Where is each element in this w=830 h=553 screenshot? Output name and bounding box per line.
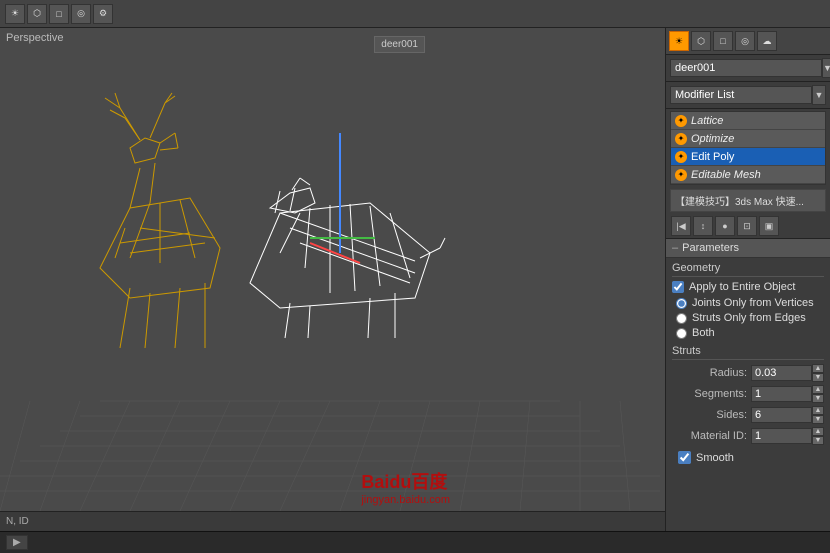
panel-toolbar-btn-1[interactable]: |◀ <box>671 216 691 236</box>
apply-to-entire-object-label: Apply to Entire Object <box>689 281 795 293</box>
struts-sides-down[interactable]: ▼ <box>812 415 824 424</box>
radio-both[interactable] <box>676 328 687 339</box>
modifier-optimize[interactable]: ✦ Optimize <box>671 130 825 148</box>
struts-materialid-input[interactable] <box>751 428 812 444</box>
panel-icon-sun[interactable]: ☀ <box>669 31 689 51</box>
struts-materialid-down[interactable]: ▼ <box>812 436 824 445</box>
struts-title: Struts <box>672 345 824 360</box>
smooth-label: Smooth <box>696 452 734 464</box>
radio-struts-only-row: Struts Only from Edges <box>676 312 824 324</box>
panel-icon-bar: ☀ ⬡ □ ◎ ☁ <box>666 28 830 55</box>
struts-radius-spinner: ▲ ▼ <box>812 364 824 382</box>
radio-both-label: Both <box>692 327 715 339</box>
struts-segments-spinner: ▲ ▼ <box>812 385 824 403</box>
radio-joints-only[interactable] <box>676 298 687 309</box>
struts-segments-input[interactable] <box>751 386 812 402</box>
status-bar: ▶ <box>0 531 830 553</box>
modifier-list-arrow[interactable]: ▼ <box>812 85 826 105</box>
section-header-label: Parameters <box>682 242 739 254</box>
smooth-row: Smooth <box>672 448 824 467</box>
right-panel: ☀ ⬡ □ ◎ ☁ ▼ Modifier List ▼ ✦ Lattice ✦ … <box>665 28 830 531</box>
watermark: Baidu百度 jingyan.baidu.com <box>361 468 450 506</box>
struts-materialid-up[interactable]: ▲ <box>812 427 824 436</box>
toolbar-icon-5[interactable]: ⚙ <box>93 4 113 24</box>
toolbar-icon-3[interactable]: □ <box>49 4 69 24</box>
section-collapse-icon: – <box>672 242 678 254</box>
panel-icon-rect[interactable]: □ <box>713 31 733 51</box>
panel-toolbar-btn-5[interactable]: ▣ <box>759 216 779 236</box>
viewport-status-text: N, ID <box>6 516 29 527</box>
struts-sides-row: Sides: ▲ ▼ <box>672 406 824 424</box>
modifier-lattice[interactable]: ✦ Lattice <box>671 112 825 130</box>
struts-segments-up[interactable]: ▲ <box>812 385 824 394</box>
struts-materialid-row: Material ID: ▲ ▼ <box>672 427 824 445</box>
struts-sides-spinner: ▲ ▼ <box>812 406 824 424</box>
struts-radius-label: Radius: <box>672 367 747 379</box>
main-area: Perspective deer001 <box>0 28 830 531</box>
top-toolbar: ☀ ⬡ □ ◎ ⚙ <box>0 0 830 28</box>
struts-segments-label: Segments: <box>672 388 747 400</box>
panel-banner: 【建模技巧】3ds Max 快速... <box>670 189 826 212</box>
struts-segments-row: Segments: ▲ ▼ <box>672 385 824 403</box>
struts-radius-row: Radius: ▲ ▼ <box>672 364 824 382</box>
panel-toolbar-btn-3[interactable]: ● <box>715 216 735 236</box>
radio-joints-only-row: Joints Only from Vertices <box>676 297 824 309</box>
struts-sides-input[interactable] <box>751 407 812 423</box>
modifier-dot-edit-poly: ✦ <box>675 151 687 163</box>
radio-struts-only[interactable] <box>676 313 687 324</box>
modifier-dot-optimize: ✦ <box>675 133 687 145</box>
modifier-list-row: Modifier List ▼ <box>666 82 830 109</box>
struts-segments-down[interactable]: ▼ <box>812 394 824 403</box>
panel-icon-hex[interactable]: ⬡ <box>691 31 711 51</box>
toolbar-icon-4[interactable]: ◎ <box>71 4 91 24</box>
modifier-label-editable-mesh: Editable Mesh <box>691 169 761 181</box>
toolbar-icon-2[interactable]: ⬡ <box>27 4 47 24</box>
struts-materialid-spinner: ▲ ▼ <box>812 427 824 445</box>
viewport-status-bar: N, ID <box>0 511 665 531</box>
radio-joints-only-label: Joints Only from Vertices <box>692 297 814 309</box>
radio-struts-only-label: Struts Only from Edges <box>692 312 806 324</box>
section-body-parameters: Geometry Apply to Entire Object Joints O… <box>666 258 830 471</box>
object-name-input[interactable] <box>670 59 822 77</box>
viewport-label: Perspective <box>6 32 63 44</box>
panel-toolbar: |◀ ↕ ● ⊡ ▣ <box>666 214 830 239</box>
modifier-edit-poly[interactable]: ✦ Edit Poly <box>671 148 825 166</box>
modifier-label-edit-poly: Edit Poly <box>691 151 734 163</box>
panel-banner-text: 【建模技巧】3ds Max 快速... <box>675 197 804 208</box>
radio-both-row: Both <box>676 327 824 339</box>
deer-wireframe-white <box>230 113 450 343</box>
modifier-label-optimize: Optimize <box>691 133 734 145</box>
toolbar-icon-1[interactable]: ☀ <box>5 4 25 24</box>
modifier-list-label[interactable]: Modifier List <box>670 86 812 104</box>
struts-sides-label: Sides: <box>672 409 747 421</box>
modifier-editable-mesh[interactable]: ✦ Editable Mesh <box>671 166 825 184</box>
panel-toolbar-btn-2[interactable]: ↕ <box>693 216 713 236</box>
camera-label: deer001 <box>374 36 425 53</box>
panel-icon-circle[interactable]: ◎ <box>735 31 755 51</box>
panel-toolbar-btn-4[interactable]: ⊡ <box>737 216 757 236</box>
struts-radius-down[interactable]: ▼ <box>812 373 824 382</box>
status-bar-play-btn[interactable]: ▶ <box>6 535 28 550</box>
geometry-title: Geometry <box>672 262 824 277</box>
apply-to-entire-object-checkbox[interactable] <box>672 281 684 293</box>
modifier-dot-editable-mesh: ✦ <box>675 169 687 181</box>
panel-icon-cloud[interactable]: ☁ <box>757 31 777 51</box>
object-name-row: ▼ <box>666 55 830 82</box>
modifier-label-lattice: Lattice <box>691 115 723 127</box>
struts-radius-input[interactable] <box>751 365 812 381</box>
struts-section: Struts Radius: ▲ ▼ Segments: <box>672 345 824 445</box>
struts-sides-up[interactable]: ▲ <box>812 406 824 415</box>
section-header-parameters[interactable]: – Parameters <box>666 239 830 258</box>
modifier-stack: ✦ Lattice ✦ Optimize ✦ Edit Poly ✦ Edita… <box>670 111 826 185</box>
smooth-checkbox[interactable] <box>678 451 691 464</box>
params-section: – Parameters Geometry Apply to Entire Ob… <box>666 239 830 531</box>
struts-materialid-label: Material ID: <box>672 430 747 442</box>
struts-radius-up[interactable]: ▲ <box>812 364 824 373</box>
viewport[interactable]: Perspective deer001 <box>0 28 665 531</box>
object-name-arrow[interactable]: ▼ <box>822 58 830 78</box>
modifier-dot-lattice: ✦ <box>675 115 687 127</box>
apply-to-entire-object-row: Apply to Entire Object <box>672 281 824 293</box>
